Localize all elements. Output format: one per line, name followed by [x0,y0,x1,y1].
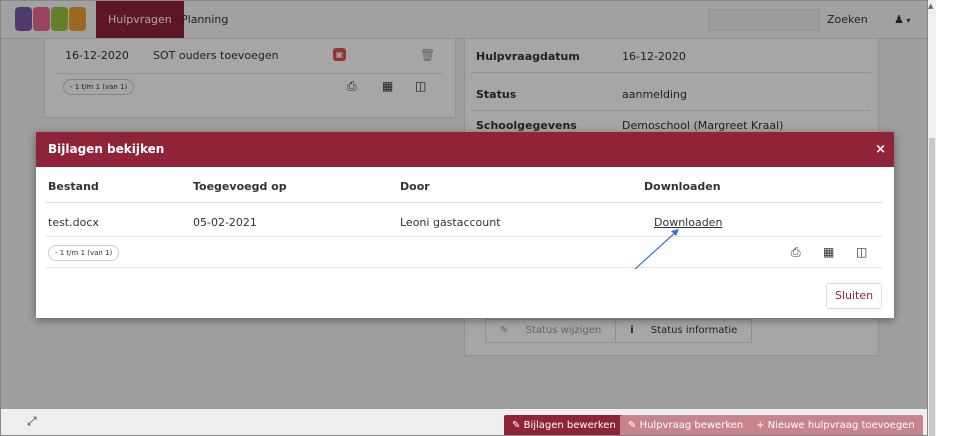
expand-icon[interactable]: ⤢ [27,414,37,429]
bottom-toolbar: ⤢ ✎ Bijlagen bewerken ✎ Hulpvraag bewerk… [1,409,927,435]
app-window: Hulpvragen Planning Zoeken ♟ ▾ 16-12-202… [0,0,928,436]
pencil-icon: ✎ [628,420,637,431]
edit-attachments-button[interactable]: ✎ Bijlagen bewerken [504,415,624,435]
new-request-button[interactable]: + Nieuwe hulpvraag toevoegen [748,415,923,435]
scroll-up-icon[interactable]: ▲ [928,2,933,10]
scrollbar-thumb[interactable] [929,138,935,436]
edit-request-button[interactable]: ✎ Hulpvraag bewerken [620,415,752,435]
pencil-icon: ✎ [512,420,521,431]
annotation-arrow-icon [634,229,679,270]
plus-icon: + [756,420,765,431]
